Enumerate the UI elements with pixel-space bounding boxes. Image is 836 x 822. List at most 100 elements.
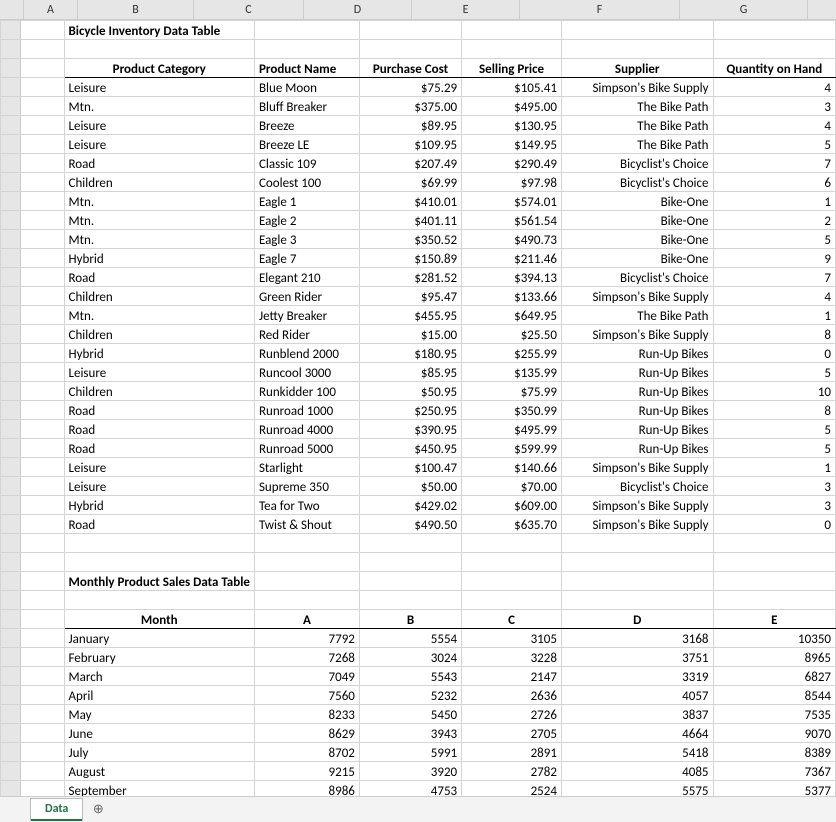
cell[interactable] [21,59,64,78]
table1-cell[interactable]: Runroad 5000 [254,439,359,458]
table1-cell[interactable]: $130.95 [462,116,562,135]
cell[interactable] [359,572,461,591]
cell[interactable] [254,572,359,591]
table2-cell[interactable]: August [64,762,254,781]
table1-cell[interactable]: Road [64,420,254,439]
table1-cell[interactable]: $350.52 [359,230,461,249]
cell[interactable] [21,97,64,116]
row-header[interactable] [1,515,21,534]
cell[interactable] [64,553,254,572]
cell[interactable] [462,21,562,40]
cell[interactable] [21,192,64,211]
table1-cell[interactable]: The Bike Path [561,135,713,154]
row-header[interactable] [1,401,21,420]
table1-cell[interactable]: $15.00 [359,325,461,344]
table1-cell[interactable]: 4 [713,116,835,135]
cell[interactable] [64,534,254,553]
cell[interactable] [561,21,713,40]
table2-cell[interactable]: 2782 [462,762,562,781]
table2-cell[interactable]: April [64,686,254,705]
table1-cell[interactable]: $140.66 [462,458,562,477]
table1-cell[interactable]: $350.99 [462,401,562,420]
cell[interactable] [713,40,835,59]
table1-cell[interactable]: Simpson's Bike Supply [561,78,713,97]
table2-cell[interactable]: 5232 [359,686,461,705]
col-header-e[interactable]: E [412,0,520,19]
table1-cell[interactable]: Bicyclist's Choice [561,173,713,192]
table1-cell[interactable]: Run-Up Bikes [561,420,713,439]
table1-cell[interactable]: Bluff Breaker [254,97,359,116]
table1-cell[interactable]: Simpson's Bike Supply [561,287,713,306]
row-header[interactable] [1,173,21,192]
cell[interactable] [21,534,64,553]
table1-cell[interactable]: Jetty Breaker [254,306,359,325]
table1-cell[interactable]: $133.66 [462,287,562,306]
table1-cell[interactable]: $25.50 [462,325,562,344]
table2-cell[interactable]: 3319 [561,667,713,686]
table2-cell[interactable]: May [64,705,254,724]
row-header[interactable] [1,268,21,287]
cell[interactable] [21,781,64,797]
table1-cell[interactable]: Red Rider [254,325,359,344]
table2-cell[interactable]: 7268 [254,648,359,667]
row-header[interactable] [1,363,21,382]
table1-cell[interactable]: Children [64,325,254,344]
table1-cell[interactable]: Run-Up Bikes [561,401,713,420]
cell[interactable] [254,534,359,553]
table2-cell[interactable]: 8986 [254,781,359,797]
cell[interactable] [462,534,562,553]
table2-cell[interactable]: 2891 [462,743,562,762]
table2-cell[interactable]: 8965 [713,648,835,667]
table1-cell[interactable]: $410.01 [359,192,461,211]
table1-cell[interactable]: $490.50 [359,515,461,534]
table1-cell[interactable]: Mtn. [64,230,254,249]
table2-cell[interactable]: 6827 [713,667,835,686]
table1-cell[interactable]: $75.29 [359,78,461,97]
table1-title[interactable]: Bicycle Inventory Data Table [64,21,254,40]
table1-cell[interactable]: Breeze LE [254,135,359,154]
table1-cell[interactable]: $455.95 [359,306,461,325]
table1-cell[interactable]: $290.49 [462,154,562,173]
table1-cell[interactable]: The Bike Path [561,306,713,325]
table1-cell[interactable]: 0 [713,344,835,363]
row-header[interactable] [1,439,21,458]
cell[interactable] [21,572,64,591]
row-header[interactable] [1,78,21,97]
cell[interactable] [21,439,64,458]
cell[interactable] [21,401,64,420]
cell[interactable] [21,344,64,363]
cell[interactable] [21,116,64,135]
cell[interactable] [21,515,64,534]
col-header-c[interactable]: C [194,0,304,19]
table1-cell[interactable]: 3 [713,477,835,496]
table1-header[interactable]: Product Name [254,59,359,78]
table1-cell[interactable]: $180.95 [359,344,461,363]
table2-cell[interactable]: 5418 [561,743,713,762]
table1-cell[interactable]: Children [64,287,254,306]
row-header[interactable] [1,211,21,230]
table1-cell[interactable]: $375.00 [359,97,461,116]
table1-cell[interactable]: $97.98 [462,173,562,192]
table1-cell[interactable]: Mtn. [64,211,254,230]
table1-cell[interactable]: Runroad 4000 [254,420,359,439]
table1-cell[interactable]: 8 [713,401,835,420]
table2-cell[interactable]: 7367 [713,762,835,781]
row-header[interactable] [1,344,21,363]
table1-cell[interactable]: $255.99 [462,344,562,363]
cell[interactable] [21,705,64,724]
table2-cell[interactable]: 4664 [561,724,713,743]
row-header[interactable] [1,97,21,116]
table2-cell[interactable]: 5991 [359,743,461,762]
table1-cell[interactable]: Eagle 3 [254,230,359,249]
cell[interactable] [254,553,359,572]
table2-cell[interactable]: March [64,667,254,686]
table1-cell[interactable]: $401.11 [359,211,461,230]
table1-cell[interactable]: 1 [713,458,835,477]
row-header[interactable] [1,534,21,553]
table2-cell[interactable]: 3943 [359,724,461,743]
col-header-f[interactable]: F [520,0,680,19]
table1-cell[interactable]: $109.95 [359,135,461,154]
table1-cell[interactable]: Tea for Two [254,496,359,515]
row-header[interactable] [1,192,21,211]
table1-cell[interactable]: $100.47 [359,458,461,477]
